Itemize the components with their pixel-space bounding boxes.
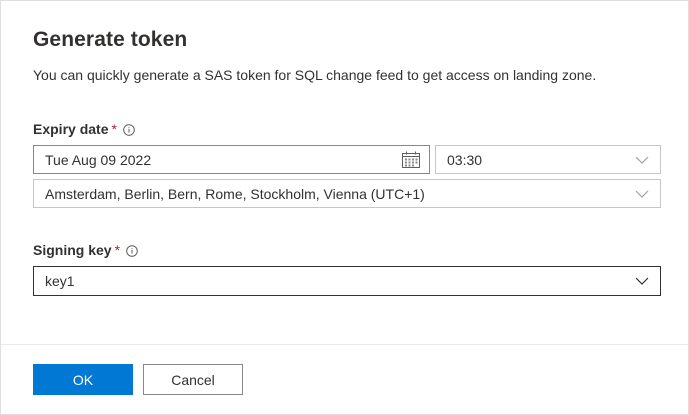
required-marker: * bbox=[111, 121, 117, 137]
info-icon[interactable] bbox=[123, 123, 135, 136]
expiry-date-label-text: Expiry date bbox=[33, 121, 109, 137]
expiry-date-picker[interactable]: Tue Aug 09 2022 bbox=[33, 145, 430, 174]
expiry-date-value: Tue Aug 09 2022 bbox=[45, 151, 152, 168]
chevron-down-icon bbox=[624, 180, 660, 207]
chevron-down-icon bbox=[624, 267, 660, 295]
signing-key-value: key1 bbox=[45, 273, 75, 289]
chevron-down-icon bbox=[624, 146, 660, 173]
dialog-description: You can quickly generate a SAS token for… bbox=[33, 67, 597, 83]
timezone-dropdown[interactable]: Amsterdam, Berlin, Bern, Rome, Stockholm… bbox=[33, 179, 661, 208]
required-marker: * bbox=[114, 242, 121, 258]
footer-divider bbox=[1, 344, 688, 345]
expiry-time-value: 03:30 bbox=[447, 151, 483, 168]
calendar-icon[interactable] bbox=[393, 146, 429, 173]
signing-key-label-text: Signing key bbox=[33, 242, 112, 258]
info-icon[interactable] bbox=[126, 244, 138, 257]
timezone-value: Amsterdam, Berlin, Bern, Rome, Stockholm… bbox=[45, 185, 425, 202]
expiry-time-dropdown[interactable]: 03:30 bbox=[435, 145, 661, 174]
generate-token-dialog: Generate token You can quickly generate … bbox=[0, 0, 689, 415]
cancel-button[interactable]: Cancel bbox=[143, 364, 243, 395]
ok-button[interactable]: OK bbox=[33, 364, 133, 395]
signing-key-dropdown[interactable]: key1 bbox=[33, 266, 661, 296]
signing-key-label: Signing key * bbox=[33, 242, 138, 258]
dialog-title: Generate token bbox=[33, 28, 188, 51]
expiry-date-label: Expiry date * bbox=[33, 121, 135, 137]
